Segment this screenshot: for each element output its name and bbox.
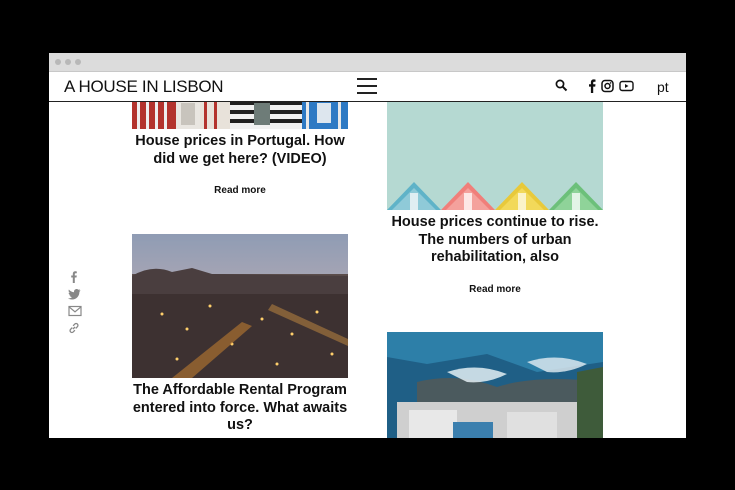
window-titlebar bbox=[49, 53, 686, 72]
window-dot[interactable] bbox=[65, 59, 71, 65]
youtube-icon[interactable] bbox=[619, 79, 634, 93]
facebook-icon[interactable] bbox=[68, 271, 80, 283]
site-header: A HOUSE IN LISBON pt bbox=[49, 72, 686, 102]
window-dot[interactable] bbox=[75, 59, 81, 65]
article-image[interactable] bbox=[132, 102, 348, 129]
article-image[interactable] bbox=[132, 234, 348, 378]
language-toggle[interactable]: pt bbox=[657, 79, 669, 95]
hamburger-menu-button[interactable] bbox=[357, 77, 377, 94]
facebook-icon[interactable] bbox=[588, 79, 596, 93]
link-icon[interactable] bbox=[68, 322, 80, 334]
search-icon[interactable] bbox=[555, 79, 568, 93]
article-title[interactable]: House prices in Portugal. How did we get… bbox=[132, 133, 348, 168]
read-more-link[interactable]: Read more bbox=[132, 185, 348, 196]
browser-window: A HOUSE IN LISBON pt House prices in Por… bbox=[49, 53, 686, 438]
email-icon[interactable] bbox=[68, 305, 82, 317]
article-image[interactable] bbox=[387, 102, 603, 210]
article-grid: House prices in Portugal. How did we get… bbox=[49, 102, 686, 438]
site-logo[interactable]: A HOUSE IN LISBON bbox=[64, 77, 224, 97]
twitter-icon[interactable] bbox=[68, 288, 81, 300]
article-title[interactable]: House prices continue to rise. The numbe… bbox=[387, 214, 603, 267]
instagram-icon[interactable] bbox=[601, 79, 614, 93]
article-image[interactable] bbox=[387, 332, 603, 438]
window-dot[interactable] bbox=[55, 59, 61, 65]
article-title[interactable]: The Affordable Rental Program entered in… bbox=[132, 382, 348, 435]
read-more-link[interactable]: Read more bbox=[387, 284, 603, 295]
